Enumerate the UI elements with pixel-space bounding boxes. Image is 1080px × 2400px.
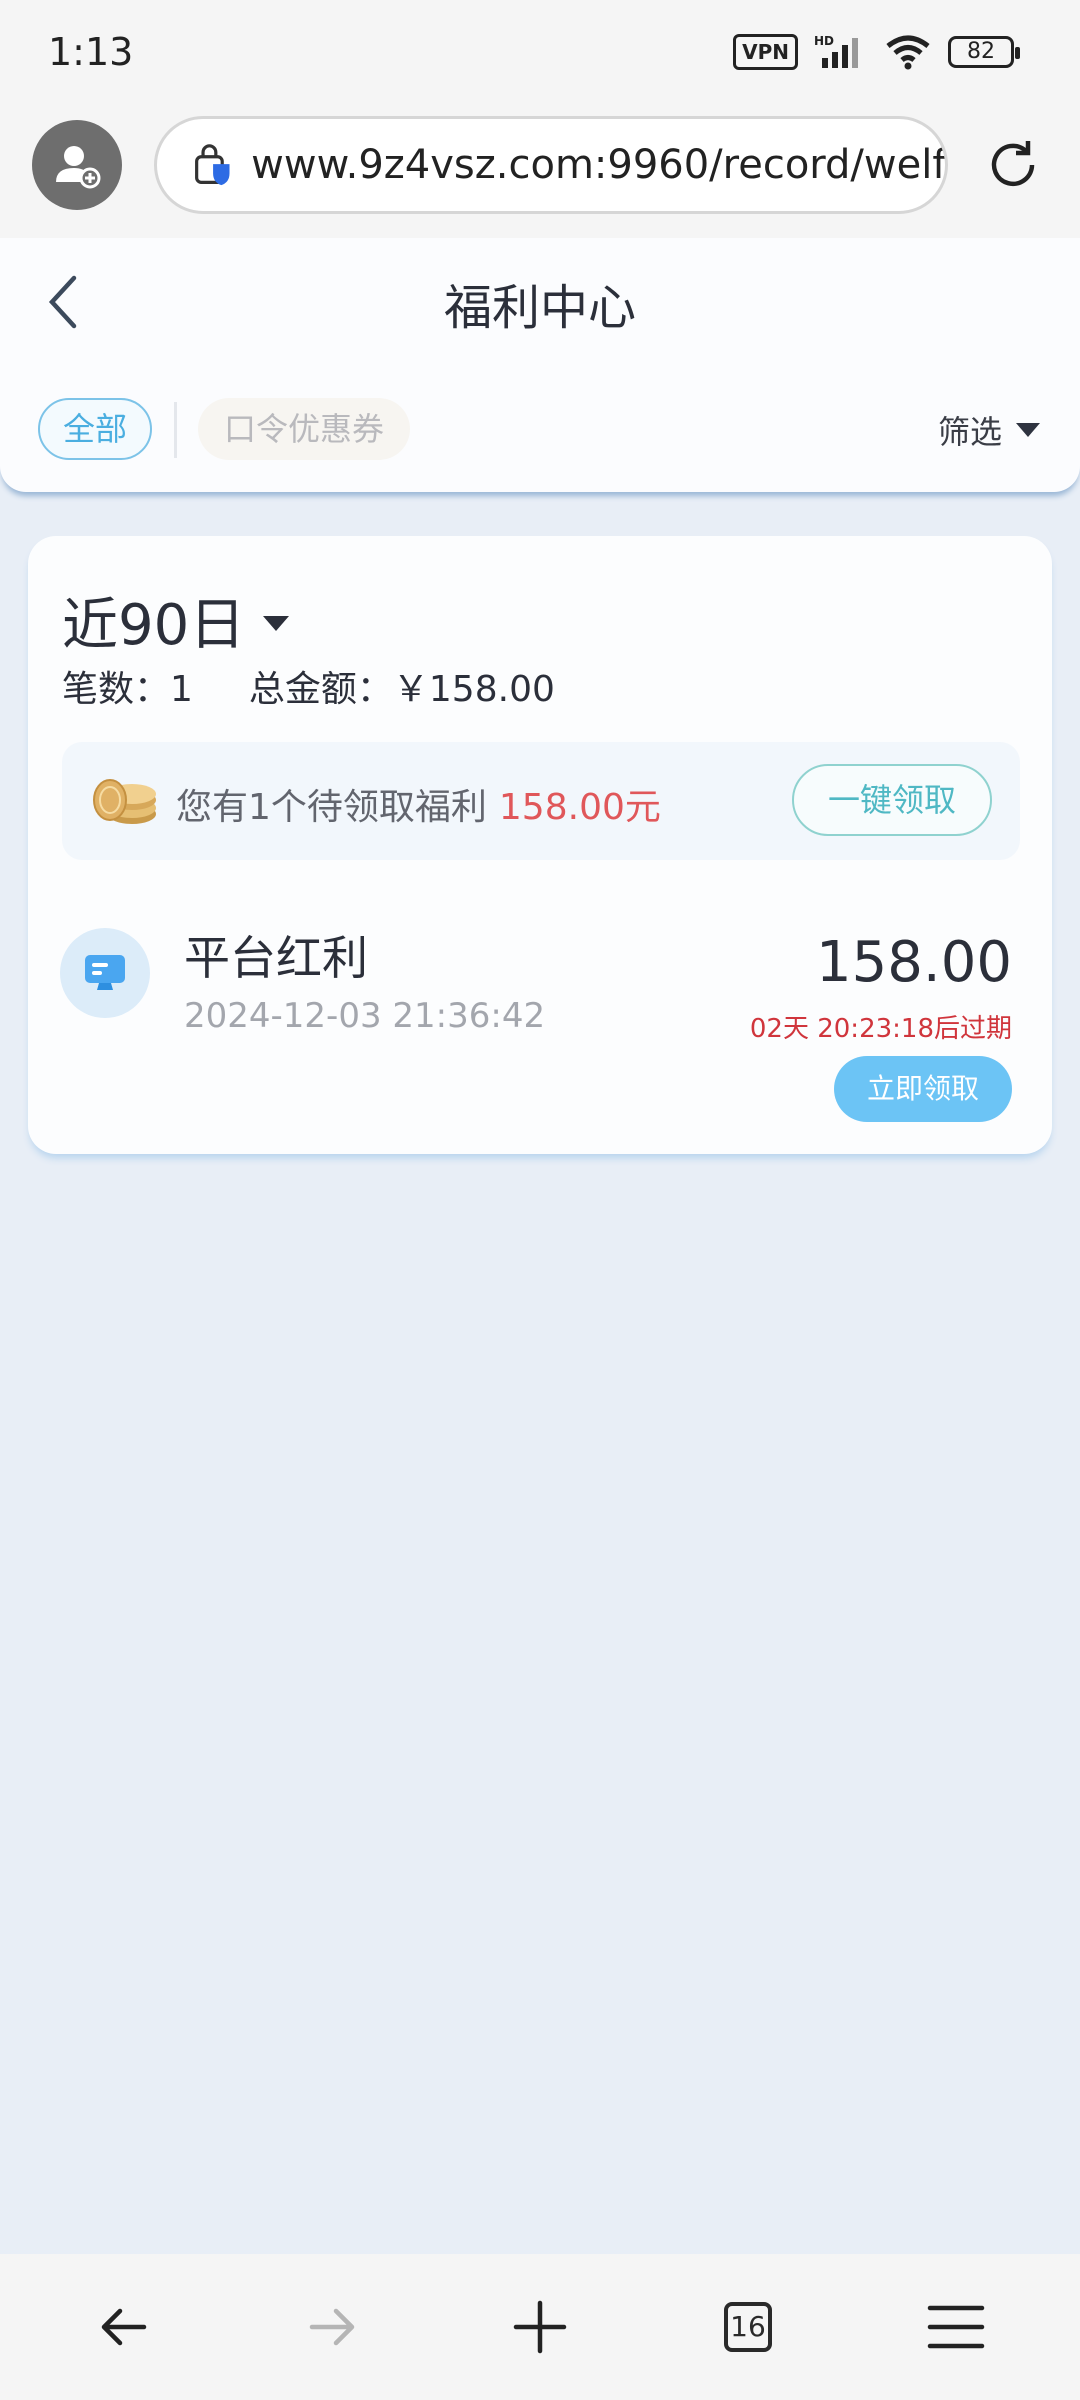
back-arrow-glyph [101,2308,147,2346]
svg-text:HD: HD [814,34,834,48]
address-bar[interactable]: www.9z4vsz.com:9960/record/welfare [154,116,948,214]
record-expiry: 02天 20:23:18后过期 [749,1014,1012,1044]
wifi-icon [886,35,930,70]
page-title: 福利中心 [443,280,636,336]
triangle-down-icon [263,616,290,631]
back-arrow-icon[interactable] [84,2287,164,2367]
pending-banner: 您有1个待领取福利 158.00元 一键领取 [62,742,1020,860]
date-range-selector[interactable]: 近90日 [62,580,290,661]
tabs-icon[interactable]: 16 [708,2287,788,2367]
count-label: 笔数：1 [62,669,193,710]
list-item: 平台红利 2024-12-03 21:36:42 158.00 02天 20:2… [28,906,1052,1136]
browser-toolbar: www.9z4vsz.com:9960/record/welfare [0,108,1080,238]
filter-label: 筛选 [937,413,1002,451]
claim-all-button[interactable]: 一键领取 [792,764,992,836]
vpn-icon: VPN [733,34,798,70]
record-amount: 158.00 [816,930,1012,995]
profile-button[interactable] [32,120,122,210]
triangle-down-icon [1016,423,1040,437]
status-bar: 1:13 VPN HD 82 [0,0,1080,108]
monitor-glyph [85,955,125,990]
forward-arrow-glyph [309,2308,355,2346]
monitor-icon [60,928,150,1018]
pending-amount: 158.00元 [498,787,661,828]
tab-all[interactable]: 全部 [38,398,152,460]
battery-icon: 82 [948,36,1020,68]
filter-bar: 全部 口令优惠券 筛选 [0,366,1080,492]
summary: 笔数：1 总金额：￥158.00 [62,660,555,712]
range-label: 近90日 [62,593,246,658]
pending-text-line: 您有1个待领取福利 158.00元 [176,778,661,830]
filter-button[interactable]: 筛选 [938,406,1040,454]
tab-coupon[interactable]: 口令优惠券 [198,398,410,460]
plus-glyph [513,2300,567,2354]
reload-icon[interactable] [984,136,1042,194]
page-header: 福利中心 [0,238,1080,366]
forward-arrow-icon[interactable] [292,2287,372,2367]
record-title: 平台红利 [184,931,368,985]
secure-lock-icon [195,144,230,186]
coins-icon [93,779,156,824]
signal-icon: HD [814,34,858,68]
menu-icon[interactable] [916,2287,996,2367]
url-text: www.9z4vsz.com:9960/record/welfare [251,142,945,188]
record-time: 2024-12-03 21:36:42 [184,996,546,1036]
plus-icon[interactable] [500,2287,580,2367]
bottom-navigation: 16 [0,2254,1080,2400]
welfare-card: 近90日 笔数：1 总金额：￥158.00 您有1个待领取福利 158.00元 一… [28,536,1052,1154]
tab-divider [174,402,177,458]
pending-text: 您有1个待领取福利 [176,787,487,828]
status-icons: VPN HD 82 [733,32,1020,72]
total-label: 总金额：￥158.00 [248,669,555,710]
menu-glyph [927,2305,985,2349]
profile-icon [56,146,101,189]
tab-count: 16 [724,2302,772,2352]
claim-now-button[interactable]: 立即领取 [834,1056,1012,1122]
status-time: 1:13 [48,30,134,74]
